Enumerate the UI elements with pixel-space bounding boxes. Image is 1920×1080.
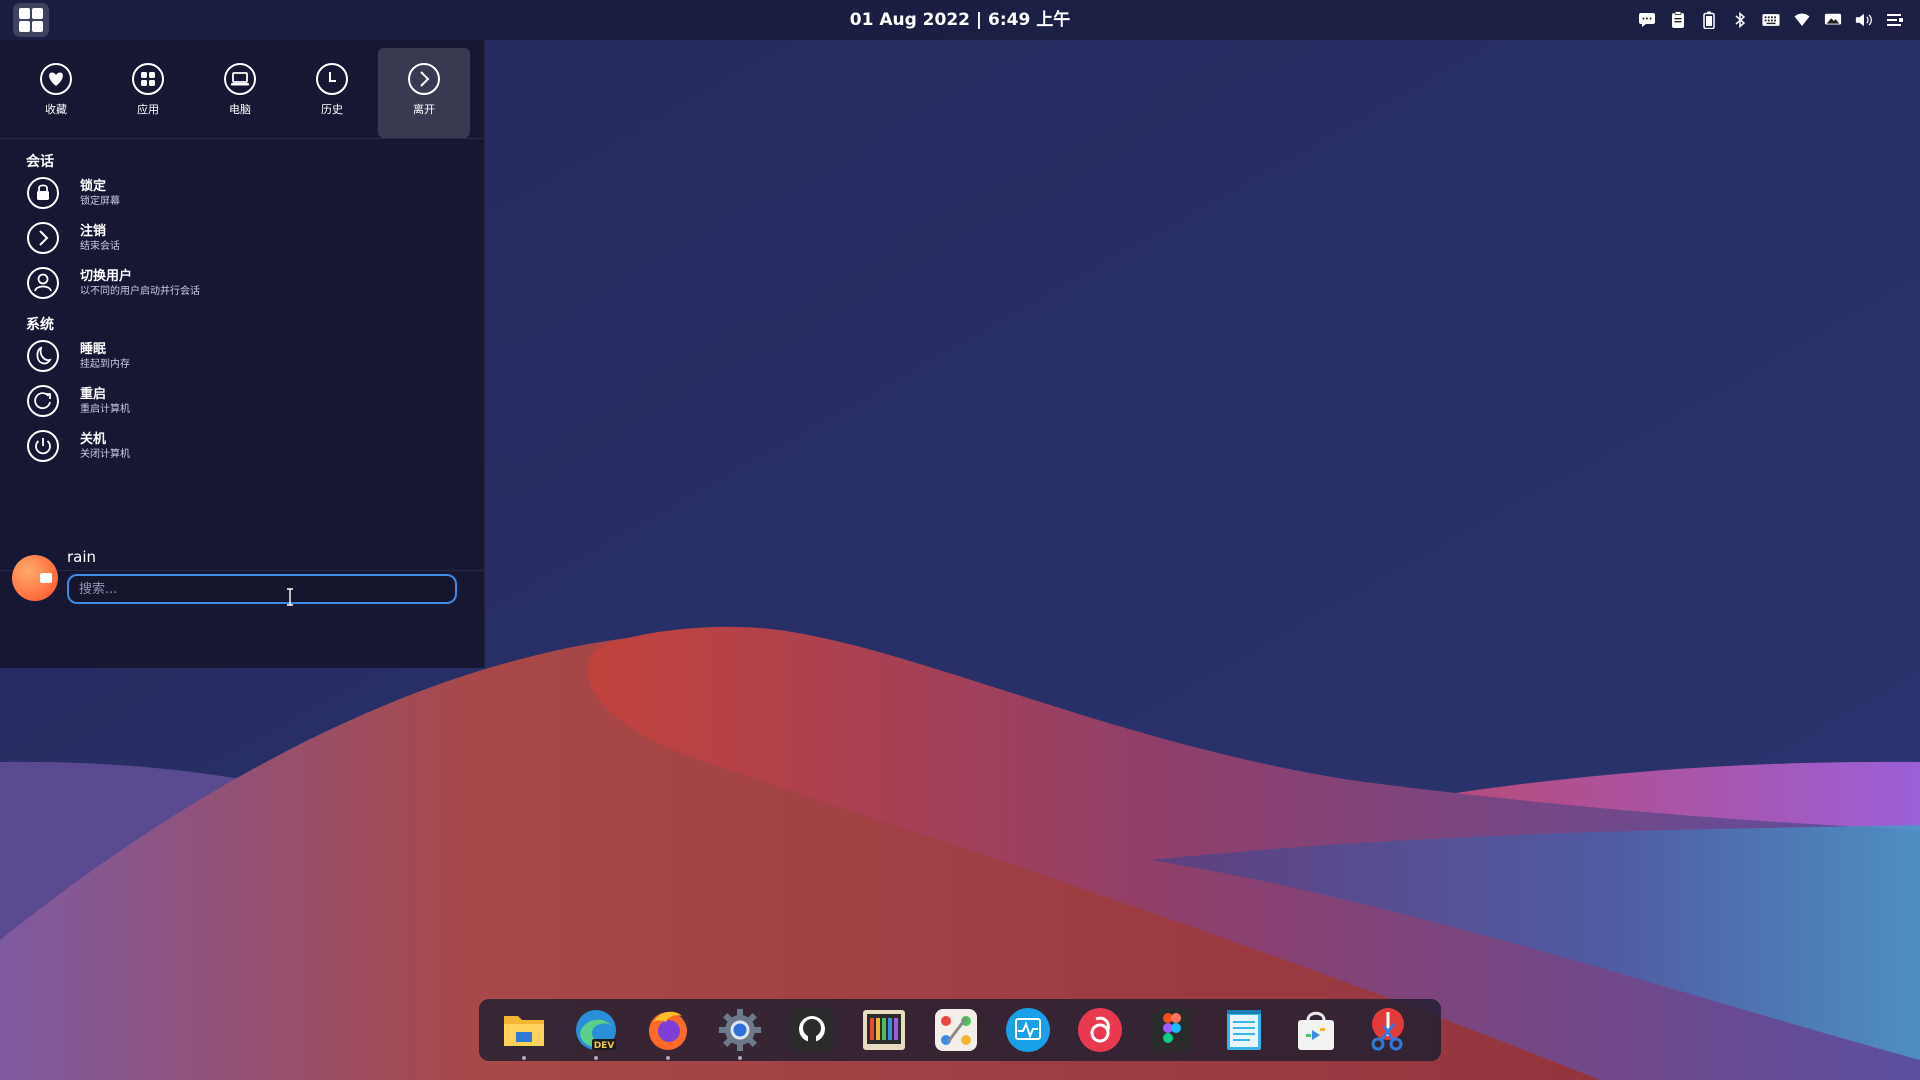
- running-indicator: [522, 1056, 526, 1060]
- computer-icon: [224, 63, 256, 95]
- svg-text:DEV: DEV: [594, 1041, 615, 1051]
- dock-app-media[interactable]: [860, 1006, 908, 1054]
- username: rain: [67, 548, 97, 566]
- item-title: 睡眠: [80, 341, 107, 357]
- edge-dev-icon: DEV: [576, 1010, 616, 1051]
- dock-app-github[interactable]: [788, 1006, 836, 1054]
- item-description: 挂起到内存: [80, 358, 130, 370]
- clock[interactable]: 01 Aug 2022 | 6:49 上午: [850, 10, 1071, 30]
- music-icon: [1078, 1008, 1122, 1052]
- notepad-icon: [1227, 1010, 1261, 1050]
- switch-user-item[interactable]: 切换用户 以不同的用户启动并行会话: [26, 261, 466, 305]
- avatar[interactable]: [12, 555, 58, 601]
- restart-item[interactable]: 重启 重启计算机: [26, 379, 466, 423]
- item-description: 重启计算机: [80, 403, 130, 415]
- chat-icon[interactable]: [1638, 11, 1656, 29]
- screen-icon[interactable]: [1824, 11, 1842, 29]
- dock-app-screenshot[interactable]: [1364, 1006, 1412, 1054]
- dock-app-files[interactable]: [500, 1006, 548, 1060]
- moon-icon: [27, 340, 59, 372]
- sleep-item[interactable]: 睡眠 挂起到内存: [26, 334, 466, 378]
- text-cursor-icon: [287, 588, 293, 606]
- bluetooth-icon[interactable]: [1731, 11, 1749, 29]
- dock-app-paint[interactable]: [932, 1006, 980, 1054]
- item-title: 关机: [80, 431, 107, 447]
- monitor-icon: [1006, 1008, 1050, 1052]
- tab-history[interactable]: 历史: [286, 48, 378, 138]
- keyboard-icon[interactable]: [1762, 11, 1780, 29]
- item-title: 切换用户: [80, 268, 133, 284]
- tab-label: 收藏: [45, 103, 67, 116]
- lock-screen-item[interactable]: 锁定 锁定屏幕: [26, 171, 466, 215]
- dock-app-settings[interactable]: [716, 1006, 764, 1060]
- running-indicator: [666, 1056, 670, 1060]
- tab-label: 电脑: [229, 103, 251, 116]
- dock-app-system-monitor[interactable]: [1004, 1006, 1052, 1054]
- firefox-icon: [649, 1011, 687, 1050]
- tab-leave[interactable]: 离开: [378, 48, 470, 138]
- item-title: 重启: [80, 386, 107, 402]
- media-icon: [863, 1010, 905, 1050]
- divider: [0, 570, 484, 571]
- tab-label: 历史: [321, 103, 343, 116]
- wifi-icon[interactable]: [1793, 11, 1811, 29]
- restart-icon: [27, 385, 59, 417]
- item-description: 关闭计算机: [80, 448, 130, 460]
- folder-icon: [504, 1016, 544, 1046]
- section-title-session: 会话: [26, 154, 54, 170]
- divider: [0, 138, 484, 139]
- github-icon: [790, 1008, 834, 1052]
- running-indicator: [594, 1056, 598, 1060]
- power-icon: [27, 430, 59, 462]
- item-description: 锁定屏幕: [80, 195, 120, 207]
- search-input[interactable]: [67, 574, 457, 604]
- item-description: 以不同的用户启动并行会话: [80, 285, 200, 297]
- menu-icon[interactable]: [1886, 11, 1904, 29]
- store-icon: [1298, 1011, 1334, 1050]
- leave-icon: [408, 63, 440, 95]
- heart-icon: [40, 63, 72, 95]
- dock-app-store[interactable]: [1292, 1006, 1340, 1054]
- dock-app-edge-dev[interactable]: DEV: [572, 1006, 620, 1060]
- dock-app-netease-music[interactable]: [1076, 1006, 1124, 1054]
- battery-icon[interactable]: [1700, 11, 1718, 29]
- system-tray: [1638, 0, 1904, 40]
- user-icon: [27, 267, 59, 299]
- clock-icon: [316, 63, 348, 95]
- tab-label: 离开: [413, 103, 435, 116]
- dock-app-figma[interactable]: [1148, 1006, 1196, 1054]
- clipboard-icon[interactable]: [1669, 11, 1687, 29]
- grid-icon: [13, 3, 49, 37]
- shutdown-item[interactable]: 关机 关闭计算机: [26, 424, 466, 468]
- dock-app-notes[interactable]: [1220, 1006, 1268, 1054]
- dock: DEV: [479, 999, 1441, 1061]
- figma-icon: [1152, 1008, 1192, 1052]
- scissors-icon: [1371, 1008, 1404, 1051]
- item-title: 锁定: [80, 178, 107, 194]
- running-indicator: [738, 1056, 742, 1060]
- tab-applications[interactable]: 应用: [102, 48, 194, 138]
- section-title-system: 系统: [26, 317, 54, 333]
- item-title: 注销: [80, 223, 107, 239]
- tab-label: 应用: [137, 103, 159, 116]
- tab-favorites[interactable]: 收藏: [10, 48, 102, 138]
- top-panel: 01 Aug 2022 | 6:49 上午: [0, 0, 1920, 40]
- lock-icon: [27, 177, 59, 209]
- volume-icon[interactable]: [1855, 11, 1873, 29]
- launcher-button[interactable]: [11, 1, 51, 39]
- gear-icon: [719, 1009, 761, 1051]
- logout-item[interactable]: 注销 结束会话: [26, 216, 466, 260]
- paint-icon: [935, 1009, 977, 1051]
- menu-tabs: 收藏 应用 电脑 历史 离开: [10, 48, 470, 138]
- dock-app-firefox[interactable]: [644, 1006, 692, 1060]
- apps-icon: [132, 63, 164, 95]
- logout-icon: [27, 222, 59, 254]
- tab-computer[interactable]: 电脑: [194, 48, 286, 138]
- item-description: 结束会话: [80, 240, 120, 252]
